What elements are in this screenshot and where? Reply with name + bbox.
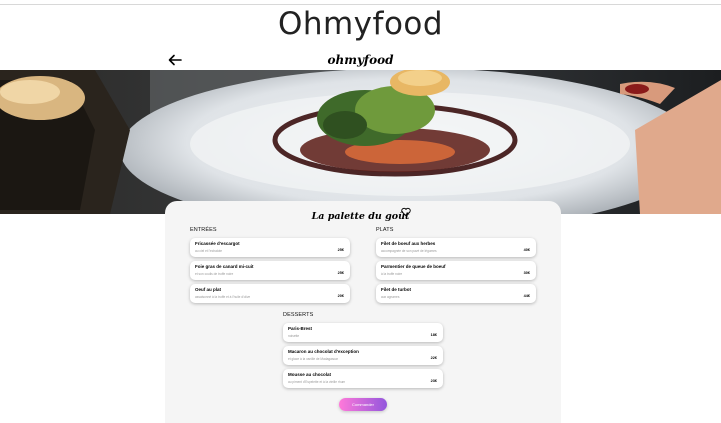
- dish-card[interactable]: Filet de boeuf aux herbes accompagnée de…: [376, 238, 536, 257]
- dish-name: Foie gras de canard mi-cuit: [195, 264, 254, 269]
- dish-description: noisette: [288, 334, 300, 338]
- dish-description: à la truffe noire: [381, 272, 403, 276]
- dish-name: Filet de turbot: [381, 287, 411, 292]
- restaurant-header: La palette du goût: [0, 206, 721, 224]
- dish-description: aux agrumes: [381, 295, 400, 299]
- dish-name: Parmentier de queue de boeuf: [381, 264, 446, 269]
- dish-card[interactable]: Oeuf au plat assaisonné à la truffe et à…: [190, 284, 350, 303]
- dish-price: 23€: [430, 379, 437, 383]
- dish-price: 20€: [337, 294, 344, 298]
- dish-description: et glace à la vanille de Madagascar: [288, 357, 338, 361]
- dish-price: 44€: [523, 294, 530, 298]
- order-button[interactable]: Commander: [339, 398, 387, 411]
- dish-name: Filet de boeuf aux herbes: [381, 241, 436, 246]
- dish-card[interactable]: Mousse au chocolat au piment d'Espelette…: [283, 369, 443, 388]
- dish-card[interactable]: Macaron au chocolat d'exception et glace…: [283, 346, 443, 365]
- dish-price: 40€: [523, 248, 530, 252]
- dish-name: Oeuf au plat: [195, 287, 222, 292]
- section-title-entrees: ENTRÉES: [190, 227, 217, 233]
- dish-price: 30€: [523, 271, 530, 275]
- arrow-left-icon[interactable]: [168, 54, 182, 66]
- section-title-desserts: DESSERTS: [283, 312, 314, 318]
- dish-price: 25€: [337, 248, 344, 252]
- dish-price: 18€: [430, 333, 437, 337]
- hero-image: [0, 70, 721, 214]
- dish-name: Fricassée d'escargot: [195, 241, 240, 246]
- section-title-plats: PLATS: [376, 227, 394, 233]
- heart-icon[interactable]: [401, 207, 411, 217]
- dish-card[interactable]: Fricassée d'escargot au ciel et l'echalo…: [190, 238, 350, 257]
- dish-card[interactable]: Filet de turbot aux agrumes 44€: [376, 284, 536, 303]
- dish-name: Macaron au chocolat d'exception: [288, 349, 359, 354]
- dish-card[interactable]: Paris-Brest noisette 18€: [283, 323, 443, 342]
- dish-description: accompagnée de son pavé de légumes: [381, 249, 437, 253]
- dish-description: au ciel et l'echalote: [195, 249, 223, 253]
- dish-description: assaisonné à la truffe et à l'huile d'ol…: [195, 295, 251, 299]
- page-title: Ohmyfood: [277, 6, 444, 42]
- dish-card[interactable]: Parmentier de queue de boeuf à la truffe…: [376, 261, 536, 280]
- dish-description: au piment d'Espelette et à la vieille rh…: [288, 380, 346, 384]
- dish-name: Paris-Brest: [288, 326, 313, 331]
- restaurant-name: La palette du goût: [311, 211, 410, 222]
- dish-description: et son coulis de truffe noire: [195, 272, 234, 276]
- dish-name: Mousse au chocolat: [288, 372, 332, 377]
- dish-price: 22€: [430, 356, 437, 360]
- top-divider: [0, 4, 721, 5]
- dish-price: 25€: [337, 271, 344, 275]
- dish-card[interactable]: Foie gras de canard mi-cuit et son couli…: [190, 261, 350, 280]
- logo: ohmyfood: [327, 53, 394, 67]
- menu-card: [165, 201, 561, 423]
